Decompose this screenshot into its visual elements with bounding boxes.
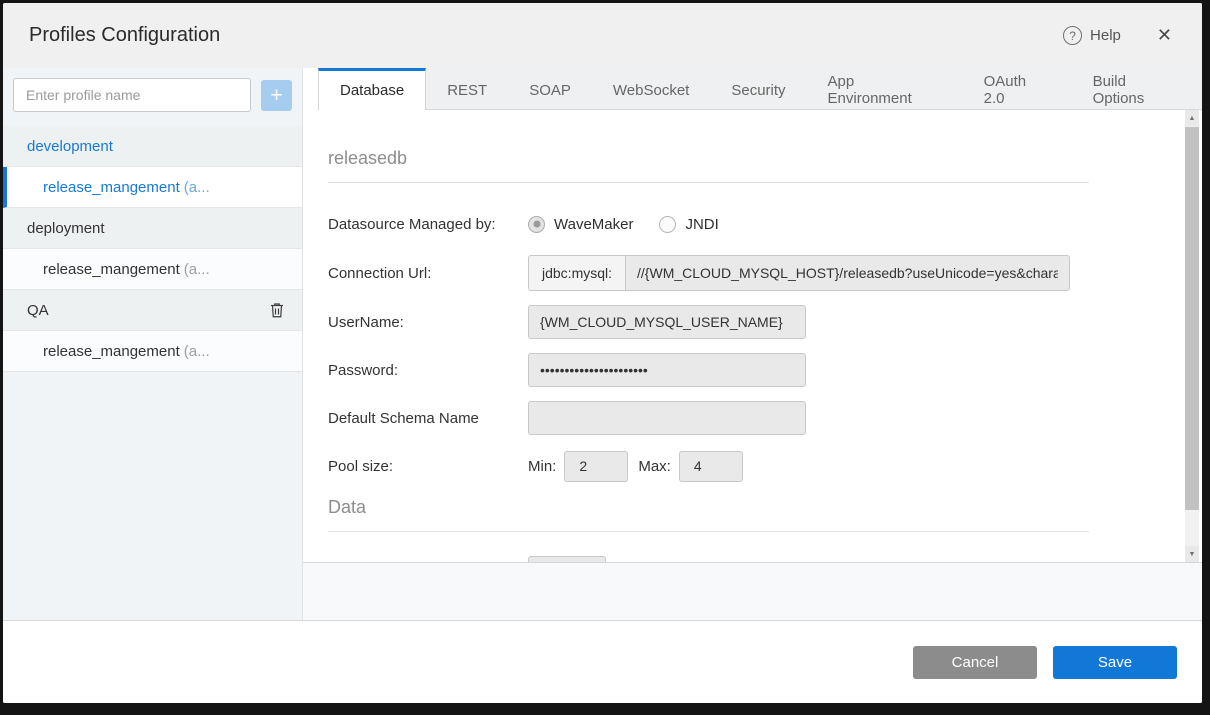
tab-database[interactable]: Database xyxy=(318,68,426,110)
connection-url-label: Connection Url: xyxy=(328,265,528,282)
password-label: Password: xyxy=(328,362,528,379)
profile-label: release_mangement xyxy=(43,179,180,196)
sidebar-group-deployment[interactable]: deployment xyxy=(3,208,302,249)
add-profile-button[interactable]: + xyxy=(261,80,292,111)
radio-wavemaker-label: WaveMaker xyxy=(554,216,633,233)
radio-unchecked-icon xyxy=(659,216,676,233)
group-label: QA xyxy=(27,302,49,319)
pool-min-input[interactable] xyxy=(564,451,628,482)
radio-jndi-label: JNDI xyxy=(685,216,718,233)
profile-list: development release_mangement (a... depl… xyxy=(3,126,302,372)
profile-search-row: + xyxy=(3,68,302,126)
tab-build-options[interactable]: Build Options xyxy=(1072,68,1202,109)
schema-label: Default Schema Name xyxy=(328,410,528,427)
schema-row: Default Schema Name xyxy=(328,401,1089,435)
help-label: Help xyxy=(1090,27,1121,44)
sidebar-item-release-mangement-qa[interactable]: release_mangement (a... xyxy=(3,331,302,372)
sidebar-item-release-mangement-deploy[interactable]: release_mangement (a... xyxy=(3,249,302,290)
connection-url-input[interactable] xyxy=(625,255,1070,291)
password-input[interactable] xyxy=(528,353,806,387)
pool-max-input[interactable] xyxy=(679,451,743,482)
jdbc-prefix: jdbc:mysql: xyxy=(528,255,626,291)
datasource-label: Datasource Managed by: xyxy=(328,216,528,233)
sidebar-group-development[interactable]: development xyxy=(3,126,302,167)
data-section-title: Data xyxy=(328,497,1089,518)
cancel-button[interactable]: Cancel xyxy=(913,646,1037,679)
help-question-icon: ? xyxy=(1063,26,1082,45)
profile-label: release_mangement xyxy=(43,261,180,278)
dialog-header: Profiles Configuration ? Help ✕ xyxy=(3,3,1202,68)
dialog-footer: Cancel Save xyxy=(3,620,1202,703)
sidebar-group-qa[interactable]: QA xyxy=(3,290,302,331)
content-bottom-strip xyxy=(303,562,1202,620)
datasource-row: Datasource Managed by: WaveMaker JNDI xyxy=(328,207,1089,241)
tab-rest[interactable]: REST xyxy=(426,68,508,109)
username-row: UserName: xyxy=(328,305,1089,339)
profile-name-input[interactable] xyxy=(13,78,251,112)
password-row: Password: xyxy=(328,353,1089,387)
pool-size-label: Pool size: xyxy=(328,458,528,475)
database-tab-content: releasedb Datasource Managed by: WaveMak… xyxy=(303,110,1184,562)
group-label: deployment xyxy=(27,220,105,237)
tab-app-environment[interactable]: App Environment xyxy=(807,68,963,109)
datasource-radio-group: WaveMaker JNDI xyxy=(528,216,719,233)
section-divider xyxy=(328,182,1089,183)
dialog-body: + development release_mangement (a... de… xyxy=(3,68,1202,620)
tab-security[interactable]: Security xyxy=(710,68,806,109)
group-label: development xyxy=(27,138,113,155)
profile-detail-panel: Database REST SOAP WebSocket Security Ap… xyxy=(303,68,1202,620)
scrollbar-thumb[interactable] xyxy=(1185,127,1199,510)
schema-input[interactable] xyxy=(528,401,806,435)
tab-soap[interactable]: SOAP xyxy=(508,68,592,109)
config-tabbar: Database REST SOAP WebSocket Security Ap… xyxy=(318,68,1202,110)
profile-label-suffix: (a... xyxy=(184,343,210,360)
save-button[interactable]: Save xyxy=(1053,646,1177,679)
profiles-sidebar: + development release_mangement (a... de… xyxy=(3,68,303,620)
vertical-scrollbar[interactable]: ▲ ▼ xyxy=(1185,110,1199,562)
data-section: Data Records per request: xyxy=(328,497,1089,562)
profile-label: release_mangement xyxy=(43,343,180,360)
radio-wavemaker[interactable]: WaveMaker xyxy=(528,216,633,233)
profile-label-suffix: (a... xyxy=(184,261,210,278)
dialog-title: Profiles Configuration xyxy=(29,24,1063,47)
scroll-down-icon[interactable]: ▼ xyxy=(1185,546,1199,562)
tab-oauth2[interactable]: OAuth 2.0 xyxy=(963,68,1072,109)
header-actions: ? Help ✕ xyxy=(1063,23,1176,48)
pool-min-label: Min: xyxy=(528,458,556,475)
sidebar-item-release-mangement-dev[interactable]: release_mangement (a... xyxy=(3,167,302,208)
profiles-configuration-dialog: Profiles Configuration ? Help ✕ + develo… xyxy=(3,3,1202,703)
radio-checked-icon xyxy=(528,216,545,233)
username-input[interactable] xyxy=(528,305,806,339)
db-section-title: releasedb xyxy=(328,148,1089,169)
tab-websocket[interactable]: WebSocket xyxy=(592,68,710,109)
profile-label-suffix: (a... xyxy=(184,179,210,196)
radio-jndi[interactable]: JNDI xyxy=(659,216,718,233)
scroll-up-icon[interactable]: ▲ xyxy=(1185,110,1199,126)
pool-size-row: Pool size: Min: Max: xyxy=(328,449,1089,483)
section-divider xyxy=(328,531,1089,532)
username-label: UserName: xyxy=(328,314,528,331)
close-icon[interactable]: ✕ xyxy=(1153,23,1176,48)
delete-profile-icon[interactable] xyxy=(268,301,286,319)
connection-url-row: Connection Url: jdbc:mysql: xyxy=(328,255,1089,291)
help-button[interactable]: ? Help xyxy=(1063,26,1121,45)
pool-max-label: Max: xyxy=(638,458,671,475)
